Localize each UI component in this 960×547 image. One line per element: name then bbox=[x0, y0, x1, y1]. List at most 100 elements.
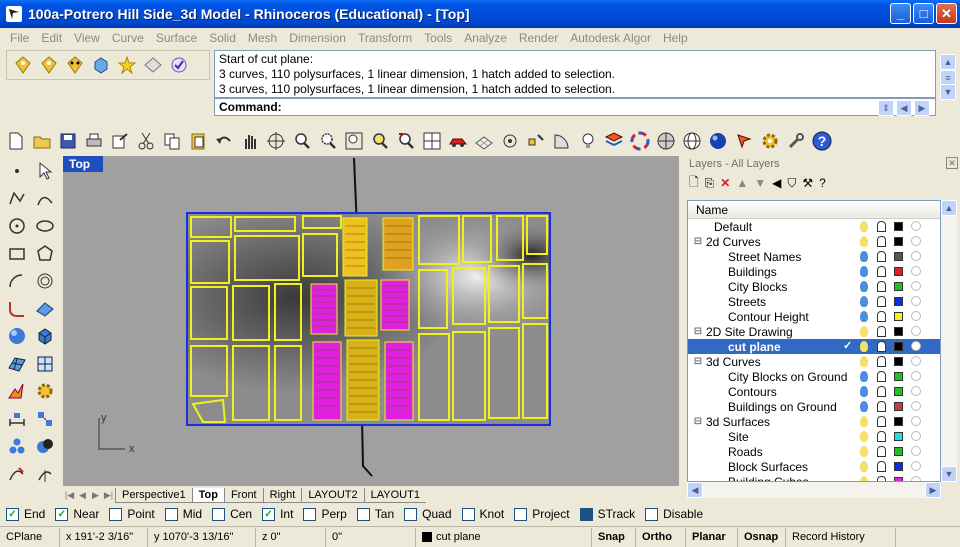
split-icon[interactable] bbox=[32, 461, 58, 487]
tab-right[interactable]: Right bbox=[262, 487, 302, 503]
menu-autodesk-algor[interactable]: Autodesk Algor bbox=[564, 31, 657, 45]
layer-color-swatch[interactable] bbox=[894, 402, 903, 411]
layer-color-swatch[interactable] bbox=[894, 327, 903, 336]
osnap-strack[interactable]: STrack bbox=[579, 507, 635, 521]
layer-material-icon[interactable] bbox=[911, 461, 921, 471]
undo-view-icon[interactable] bbox=[394, 129, 418, 153]
menu-dimension[interactable]: Dimension bbox=[283, 31, 352, 45]
layer-color-swatch[interactable] bbox=[894, 312, 903, 321]
layer-row[interactable]: Contours bbox=[688, 384, 940, 399]
osnap-tan[interactable]: Tan bbox=[356, 507, 394, 521]
mesh-icon[interactable] bbox=[4, 351, 30, 377]
layer-row[interactable]: City Blocks bbox=[688, 279, 940, 294]
layer-visibility-bulb-icon[interactable] bbox=[860, 416, 868, 427]
quarter-circle-icon[interactable] bbox=[550, 129, 574, 153]
tab-perspective1[interactable]: Perspective1 bbox=[115, 487, 192, 503]
select-last-icon[interactable] bbox=[167, 53, 191, 77]
layer-name[interactable]: City Blocks bbox=[704, 280, 940, 294]
layer-row[interactable]: Street Names bbox=[688, 249, 940, 264]
menu-help[interactable]: Help bbox=[657, 31, 694, 45]
zoom-selected-icon[interactable] bbox=[368, 129, 392, 153]
transform-gear-icon[interactable] bbox=[32, 378, 58, 404]
osnap-checkbox[interactable] bbox=[579, 507, 593, 521]
layer-tools-icon[interactable]: ⚒ bbox=[802, 176, 813, 190]
layer-material-icon[interactable] bbox=[911, 446, 921, 456]
layer-material-icon[interactable] bbox=[911, 416, 921, 426]
layer-lock-icon[interactable] bbox=[877, 356, 886, 367]
layer-expander-icon[interactable]: ⊟ bbox=[692, 356, 704, 367]
layer-name[interactable]: Streets bbox=[704, 295, 940, 309]
open-folder-icon[interactable] bbox=[30, 129, 54, 153]
menu-curve[interactable]: Curve bbox=[106, 31, 150, 45]
new-layer-icon[interactable]: 🗋 bbox=[689, 173, 699, 194]
layer-visibility-bulb-icon[interactable] bbox=[860, 266, 868, 277]
osnap-int[interactable]: ✓ Int bbox=[262, 507, 293, 521]
record-history-button[interactable]: Record History bbox=[786, 527, 896, 547]
new-file-icon[interactable] bbox=[4, 129, 28, 153]
tools-wrench-icon[interactable] bbox=[784, 129, 808, 153]
circle-icon[interactable] bbox=[4, 213, 30, 239]
layer-material-icon[interactable] bbox=[911, 386, 921, 396]
layers-scroll-left-icon[interactable]: ◀ bbox=[687, 482, 703, 498]
rendered-sphere-icon[interactable] bbox=[706, 129, 730, 153]
select-surface-icon[interactable] bbox=[141, 53, 165, 77]
select-cycle-icon[interactable] bbox=[498, 129, 522, 153]
layers-vertical-scrollbar[interactable]: ▲ ▼ bbox=[941, 200, 957, 482]
layer-color-swatch[interactable] bbox=[894, 387, 903, 396]
layer-lock-icon[interactable] bbox=[877, 236, 886, 247]
layer-row[interactable]: Roads bbox=[688, 444, 940, 459]
osnap-checkbox[interactable] bbox=[303, 507, 317, 521]
layer-name[interactable]: Roads bbox=[704, 445, 940, 459]
delete-layer-icon[interactable]: ✕ bbox=[720, 176, 730, 190]
osnap-checkbox[interactable] bbox=[356, 507, 370, 521]
wireframe-sphere-icon[interactable] bbox=[680, 129, 704, 153]
layer-row[interactable]: Block Surfaces bbox=[688, 459, 940, 474]
layer-name[interactable]: Default bbox=[704, 220, 940, 234]
move-out-icon[interactable]: ◀ bbox=[772, 176, 781, 190]
select-solid-icon[interactable] bbox=[89, 53, 113, 77]
layer-visibility-bulb-icon[interactable] bbox=[860, 311, 868, 322]
layer-visibility-bulb-icon[interactable] bbox=[860, 341, 868, 352]
layer-name[interactable]: Buildings on Ground bbox=[704, 400, 940, 414]
layer-visibility-bulb-icon[interactable] bbox=[860, 236, 868, 247]
layer-color-swatch[interactable] bbox=[894, 252, 903, 261]
tab-first-icon[interactable]: |◀ bbox=[63, 490, 76, 501]
help-icon[interactable]: ? bbox=[810, 129, 834, 153]
layer-lock-icon[interactable] bbox=[877, 311, 886, 322]
menu-solid[interactable]: Solid bbox=[203, 31, 242, 45]
layer-lock-icon[interactable] bbox=[877, 371, 886, 382]
menu-view[interactable]: View bbox=[68, 31, 106, 45]
zoom-extents-icon[interactable] bbox=[342, 129, 366, 153]
osnap-near[interactable]: ✓ Near bbox=[55, 507, 99, 521]
layer-color-swatch[interactable] bbox=[894, 222, 903, 231]
layer-color-swatch[interactable] bbox=[894, 447, 903, 456]
snap-button[interactable]: Snap bbox=[592, 527, 636, 547]
layer-visibility-bulb-icon[interactable] bbox=[860, 401, 868, 412]
layer-row[interactable]: City Blocks on Ground bbox=[688, 369, 940, 384]
copy-icon[interactable] bbox=[160, 129, 184, 153]
rectangle-icon[interactable] bbox=[4, 241, 30, 267]
history-scroll-up-icon[interactable]: ▲ bbox=[940, 54, 956, 70]
layer-name[interactable]: Contour Height bbox=[704, 310, 940, 324]
tab-layout2[interactable]: LAYOUT2 bbox=[301, 487, 364, 503]
layer-visibility-bulb-icon[interactable] bbox=[860, 461, 868, 472]
layer-lock-icon[interactable] bbox=[877, 341, 886, 352]
fillet-icon[interactable] bbox=[4, 296, 30, 322]
osnap-checkbox[interactable] bbox=[164, 507, 178, 521]
layer-lock-icon[interactable] bbox=[877, 266, 886, 277]
viewport-title[interactable]: Top bbox=[63, 156, 103, 172]
array-icon[interactable] bbox=[32, 406, 58, 432]
layer-help-icon[interactable]: ? bbox=[819, 176, 826, 190]
arc-icon[interactable] bbox=[4, 268, 30, 294]
layer-row[interactable]: Buildings on Ground bbox=[688, 399, 940, 414]
layer-lock-icon[interactable] bbox=[877, 296, 886, 307]
car-render-icon[interactable] bbox=[446, 129, 470, 153]
layers-close-icon[interactable]: ✕ bbox=[946, 157, 958, 169]
layer-row[interactable]: Contour Height bbox=[688, 309, 940, 324]
explode-icon[interactable] bbox=[4, 378, 30, 404]
menu-transform[interactable]: Transform bbox=[352, 31, 418, 45]
select-tag-icon[interactable] bbox=[11, 53, 35, 77]
layer-lock-icon[interactable] bbox=[877, 221, 886, 232]
layer-color-swatch[interactable] bbox=[894, 432, 903, 441]
layer-expander-icon[interactable]: ⊟ bbox=[692, 416, 704, 427]
